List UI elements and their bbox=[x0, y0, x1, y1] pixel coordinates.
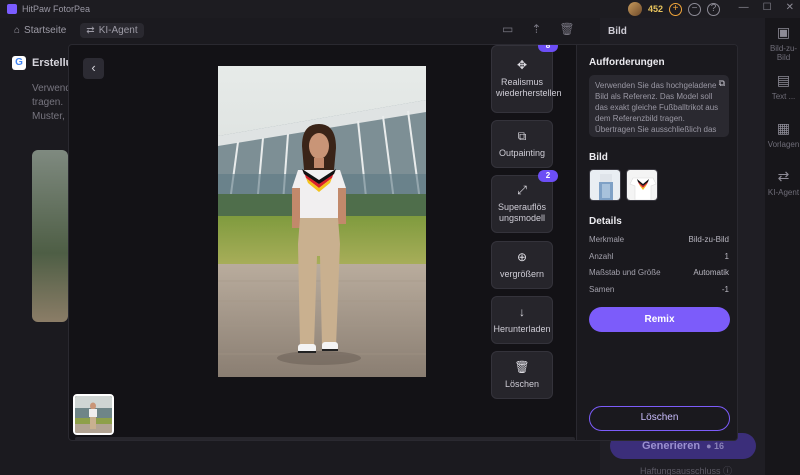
background-title: G Erstellu bbox=[12, 56, 72, 70]
bg-text-line: Muster, bbox=[32, 111, 65, 122]
rail-label: KI-Agent bbox=[767, 188, 800, 197]
generate-count-value: 16 bbox=[714, 441, 725, 451]
minus-icon[interactable]: − bbox=[688, 2, 701, 16]
prompt-title: Aufforderungen bbox=[589, 57, 665, 68]
action-label: Realismus wiederherstellen bbox=[496, 77, 562, 98]
rail-label: Vorlagen bbox=[767, 140, 800, 149]
detail-label: Merkmale bbox=[589, 235, 625, 244]
nav-ki-agent[interactable]: ⇄ KI-Agent bbox=[80, 22, 144, 38]
reference-image-1[interactable] bbox=[589, 169, 621, 201]
detail-label: Anzahl bbox=[589, 252, 614, 261]
nav-home-label: Startseite bbox=[24, 24, 67, 36]
generate-label: Generieren bbox=[641, 440, 701, 452]
action-label: Outpainting bbox=[498, 147, 546, 158]
layout-icon[interactable]: ▭ bbox=[502, 22, 513, 36]
action-label: Superauflösungsmodell bbox=[497, 202, 547, 223]
help-icon[interactable]: ? bbox=[707, 2, 720, 16]
detail-row: Maßstab und Größe Automatik bbox=[589, 268, 729, 277]
main-image bbox=[218, 66, 426, 377]
bg-text-line: Verwende bbox=[32, 83, 68, 94]
expand-icon: ⧉ bbox=[517, 128, 527, 143]
home-icon: ⌂ bbox=[14, 24, 21, 36]
upscale-button[interactable]: ⊕ vergrößern bbox=[491, 241, 553, 289]
download-button[interactable]: ↓ Herunterladen bbox=[491, 296, 553, 344]
prompt-text: Verwenden Sie das hochgeladene Bild als … bbox=[595, 81, 719, 137]
background-image bbox=[32, 150, 68, 322]
background-title-text: Erstellu bbox=[32, 57, 73, 69]
image-viewer-modal: ‹ 8 ✥ Realismus wiederherstellen ⧉ Outpa… bbox=[68, 44, 738, 441]
nav-home[interactable]: ⌂ Startseite bbox=[8, 23, 72, 38]
detail-label: Maßstab und Größe bbox=[589, 268, 661, 277]
detail-row: Samen -1 bbox=[589, 285, 729, 294]
action-label: Herunterladen bbox=[493, 323, 551, 334]
agent-icon: ⇄ bbox=[777, 168, 790, 184]
delete-image-button[interactable]: 🗑 Löschen bbox=[491, 351, 553, 399]
detail-value: Bild-zu-Bild bbox=[688, 235, 729, 244]
disclaimer-text: Haftungsausschluss bbox=[640, 466, 721, 475]
detail-value: 1 bbox=[724, 252, 729, 261]
bg-text-line: tragen. bbox=[32, 97, 64, 108]
rail-item-ki-agent[interactable]: ⇄ KI-Agent bbox=[767, 168, 800, 197]
maximize-icon[interactable]: ☐ bbox=[763, 2, 772, 13]
cost-badge: 8 bbox=[538, 45, 558, 52]
detail-row: Merkmale Bild-zu-Bild bbox=[589, 235, 729, 244]
zoom-in-icon: ⊕ bbox=[516, 249, 528, 264]
image-icon: ▣ bbox=[776, 24, 791, 40]
reference-image-2[interactable] bbox=[626, 169, 658, 201]
text-image-icon: ▤ bbox=[776, 72, 791, 88]
restore-realism-button[interactable]: 8 ✥ Realismus wiederherstellen bbox=[491, 45, 562, 113]
upload-icon[interactable]: ⇡ bbox=[531, 22, 541, 36]
top-nav: ⌂ Startseite ⇄ KI-Agent ▭ ⇡ 🗑 bbox=[0, 18, 620, 42]
nav-agent-label: KI-Agent bbox=[98, 24, 138, 36]
delete-button[interactable]: Löschen bbox=[589, 406, 730, 431]
details-title: Details bbox=[589, 216, 622, 227]
detail-row: Anzahl 1 bbox=[589, 252, 729, 261]
detail-value: Automatik bbox=[693, 268, 729, 277]
disclaimer-link[interactable]: Haftungsausschluss ⓘ bbox=[640, 464, 732, 475]
rail-label: Bild-zu-Bild bbox=[769, 44, 798, 62]
outpainting-button[interactable]: ⧉ Outpainting bbox=[491, 120, 553, 168]
download-icon: ↓ bbox=[519, 304, 525, 319]
background-text: Verwende tragen. Muster, bbox=[32, 82, 68, 124]
remix-button[interactable]: Remix bbox=[589, 307, 730, 332]
add-credits-icon[interactable]: + bbox=[669, 2, 682, 16]
horizontal-scrollbar[interactable] bbox=[75, 437, 575, 440]
prompt-text-box[interactable]: ⧉ Verwenden Sie das hochgeladene Bild al… bbox=[589, 75, 729, 137]
rail-label: Text ... bbox=[771, 92, 796, 101]
resize-icon: ⤢ bbox=[517, 183, 527, 197]
g-logo-icon: G bbox=[12, 56, 26, 70]
super-resolution-button[interactable]: 2 ⤢ Superauflösungsmodell bbox=[491, 170, 558, 233]
rail-item-vorlagen[interactable]: ▦ Vorlagen bbox=[767, 120, 800, 149]
app-title: HitPaw FotorPea bbox=[22, 4, 91, 14]
thumbnail-selected[interactable] bbox=[73, 394, 114, 435]
right-panel-title: Bild bbox=[608, 26, 627, 37]
app-logo bbox=[7, 4, 17, 14]
action-label: vergrößern bbox=[499, 268, 544, 279]
title-bar: HitPaw FotorPea 452 + − ? — ☐ ✕ bbox=[0, 0, 800, 18]
close-icon[interactable]: ✕ bbox=[786, 2, 794, 13]
detail-value: -1 bbox=[721, 285, 729, 294]
cost-badge: 2 bbox=[538, 170, 558, 182]
rail-item-bild-zu-bild[interactable]: ▣ Bild-zu-Bild bbox=[767, 24, 800, 62]
image-section-title: Bild bbox=[589, 152, 608, 163]
action-label: Löschen bbox=[504, 378, 540, 389]
minimize-icon[interactable]: — bbox=[739, 2, 749, 13]
trash-icon[interactable]: 🗑 bbox=[559, 22, 574, 36]
avatar[interactable] bbox=[627, 2, 642, 16]
details-panel: Aufforderungen ⧉ Verwenden Sie das hochg… bbox=[576, 45, 737, 440]
move-icon: ✥ bbox=[516, 58, 528, 72]
trash-icon: 🗑 bbox=[514, 359, 530, 374]
copy-icon[interactable]: ⧉ bbox=[719, 78, 725, 89]
swap-icon: ⇄ bbox=[86, 24, 95, 36]
generate-count: ● 16 bbox=[706, 441, 725, 451]
detail-label: Samen bbox=[589, 285, 615, 294]
credits-count: 452 bbox=[647, 4, 663, 14]
template-icon: ▦ bbox=[776, 120, 791, 136]
rail-item-text[interactable]: ▤ Text ... bbox=[767, 72, 800, 101]
back-button[interactable]: ‹ bbox=[83, 58, 104, 79]
